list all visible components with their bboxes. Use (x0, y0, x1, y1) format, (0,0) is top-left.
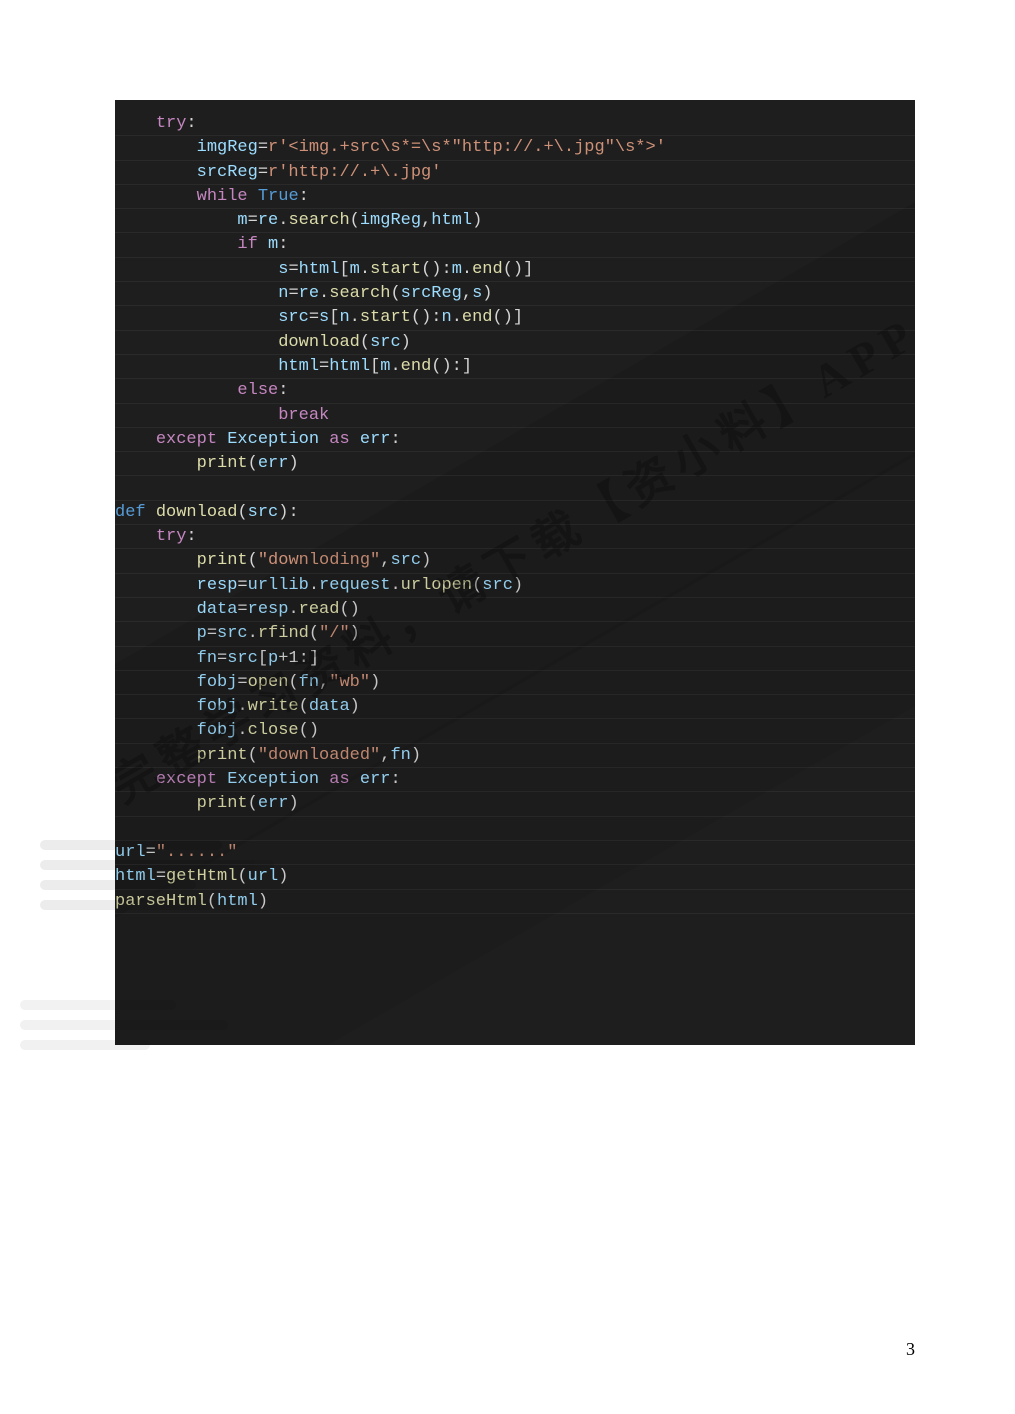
code-line: try: (115, 112, 915, 136)
code-line: break (115, 404, 915, 428)
code-line: fobj=open(fn,"wb") (115, 671, 915, 695)
code-line: m=re.search(imgReg,html) (115, 209, 915, 233)
code-line: fobj.write(data) (115, 695, 915, 719)
code-line: download(src) (115, 331, 915, 355)
code-line: print("downloaded",fn) (115, 744, 915, 768)
code-line: n=re.search(srcReg,s) (115, 282, 915, 306)
code-line: srcReg=r'http://.+\.jpg' (115, 161, 915, 185)
code-line: print(err) (115, 792, 915, 816)
code-line: imgReg=r'<img.+src\s*=\s*"http://.+\.jpg… (115, 136, 915, 160)
code-line: resp=urllib.request.urlopen(src) (115, 574, 915, 598)
code-line: src=s[n.start():n.end()] (115, 306, 915, 330)
code-line: html=html[m.end():] (115, 355, 915, 379)
code-line (115, 476, 915, 500)
code-line: else: (115, 379, 915, 403)
page-number: 3 (906, 1339, 915, 1360)
code-line: parseHtml(html) (115, 890, 915, 914)
code-line: try: (115, 525, 915, 549)
code-line: data=resp.read() (115, 598, 915, 622)
document-page: try: imgReg=r'<img.+src\s*=\s*"http://.+… (0, 0, 1015, 1414)
code-line: print(err) (115, 452, 915, 476)
code-line: html=getHtml(url) (115, 865, 915, 889)
code-line: fobj.close() (115, 719, 915, 743)
code-line (115, 817, 915, 841)
code-line: fn=src[p+1:] (115, 647, 915, 671)
code-line: except Exception as err: (115, 768, 915, 792)
code-line: print("downloding",src) (115, 549, 915, 573)
code-line: def download(src): (115, 501, 915, 525)
code-line: url="......" (115, 841, 915, 865)
code-line: except Exception as err: (115, 428, 915, 452)
code-block: try: imgReg=r'<img.+src\s*=\s*"http://.+… (115, 100, 915, 1045)
code-line: while True: (115, 185, 915, 209)
code-line: p=src.rfind("/") (115, 622, 915, 646)
code-line: if m: (115, 233, 915, 257)
code-line: s=html[m.start():m.end()] (115, 258, 915, 282)
